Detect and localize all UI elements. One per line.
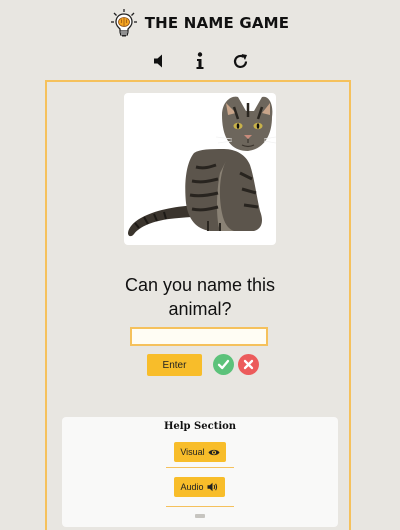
lightbulb-brain-icon bbox=[110, 9, 137, 37]
refresh-icon[interactable] bbox=[230, 50, 250, 72]
wrong-button[interactable] bbox=[238, 354, 259, 375]
x-icon bbox=[243, 359, 254, 370]
audio-help-button[interactable]: Audio bbox=[174, 477, 225, 497]
app-title: THE NAME GAME bbox=[144, 14, 290, 32]
help-section-title: Help Section bbox=[163, 421, 237, 432]
animal-image bbox=[124, 93, 276, 245]
speaker-icon[interactable] bbox=[150, 50, 170, 72]
visual-help-button[interactable]: Visual bbox=[174, 442, 226, 462]
enter-button[interactable]: Enter bbox=[147, 354, 202, 376]
cat-image bbox=[128, 96, 276, 237]
control-bar bbox=[0, 50, 400, 74]
audio-help-label: Audio bbox=[180, 482, 204, 492]
correct-button[interactable] bbox=[213, 354, 234, 375]
check-icon bbox=[217, 359, 230, 370]
help-divider bbox=[166, 467, 234, 468]
scroll-handle[interactable] bbox=[195, 514, 205, 518]
visual-help-label: Visual bbox=[180, 447, 205, 457]
question-text: Can you name this animal? bbox=[124, 275, 276, 319]
help-section bbox=[62, 417, 338, 527]
app-header: THE NAME GAME bbox=[0, 6, 400, 40]
help-divider bbox=[166, 506, 234, 507]
answer-input[interactable] bbox=[130, 327, 268, 346]
volume-icon bbox=[207, 482, 217, 492]
eye-icon bbox=[208, 449, 220, 455]
info-icon[interactable] bbox=[190, 50, 210, 72]
